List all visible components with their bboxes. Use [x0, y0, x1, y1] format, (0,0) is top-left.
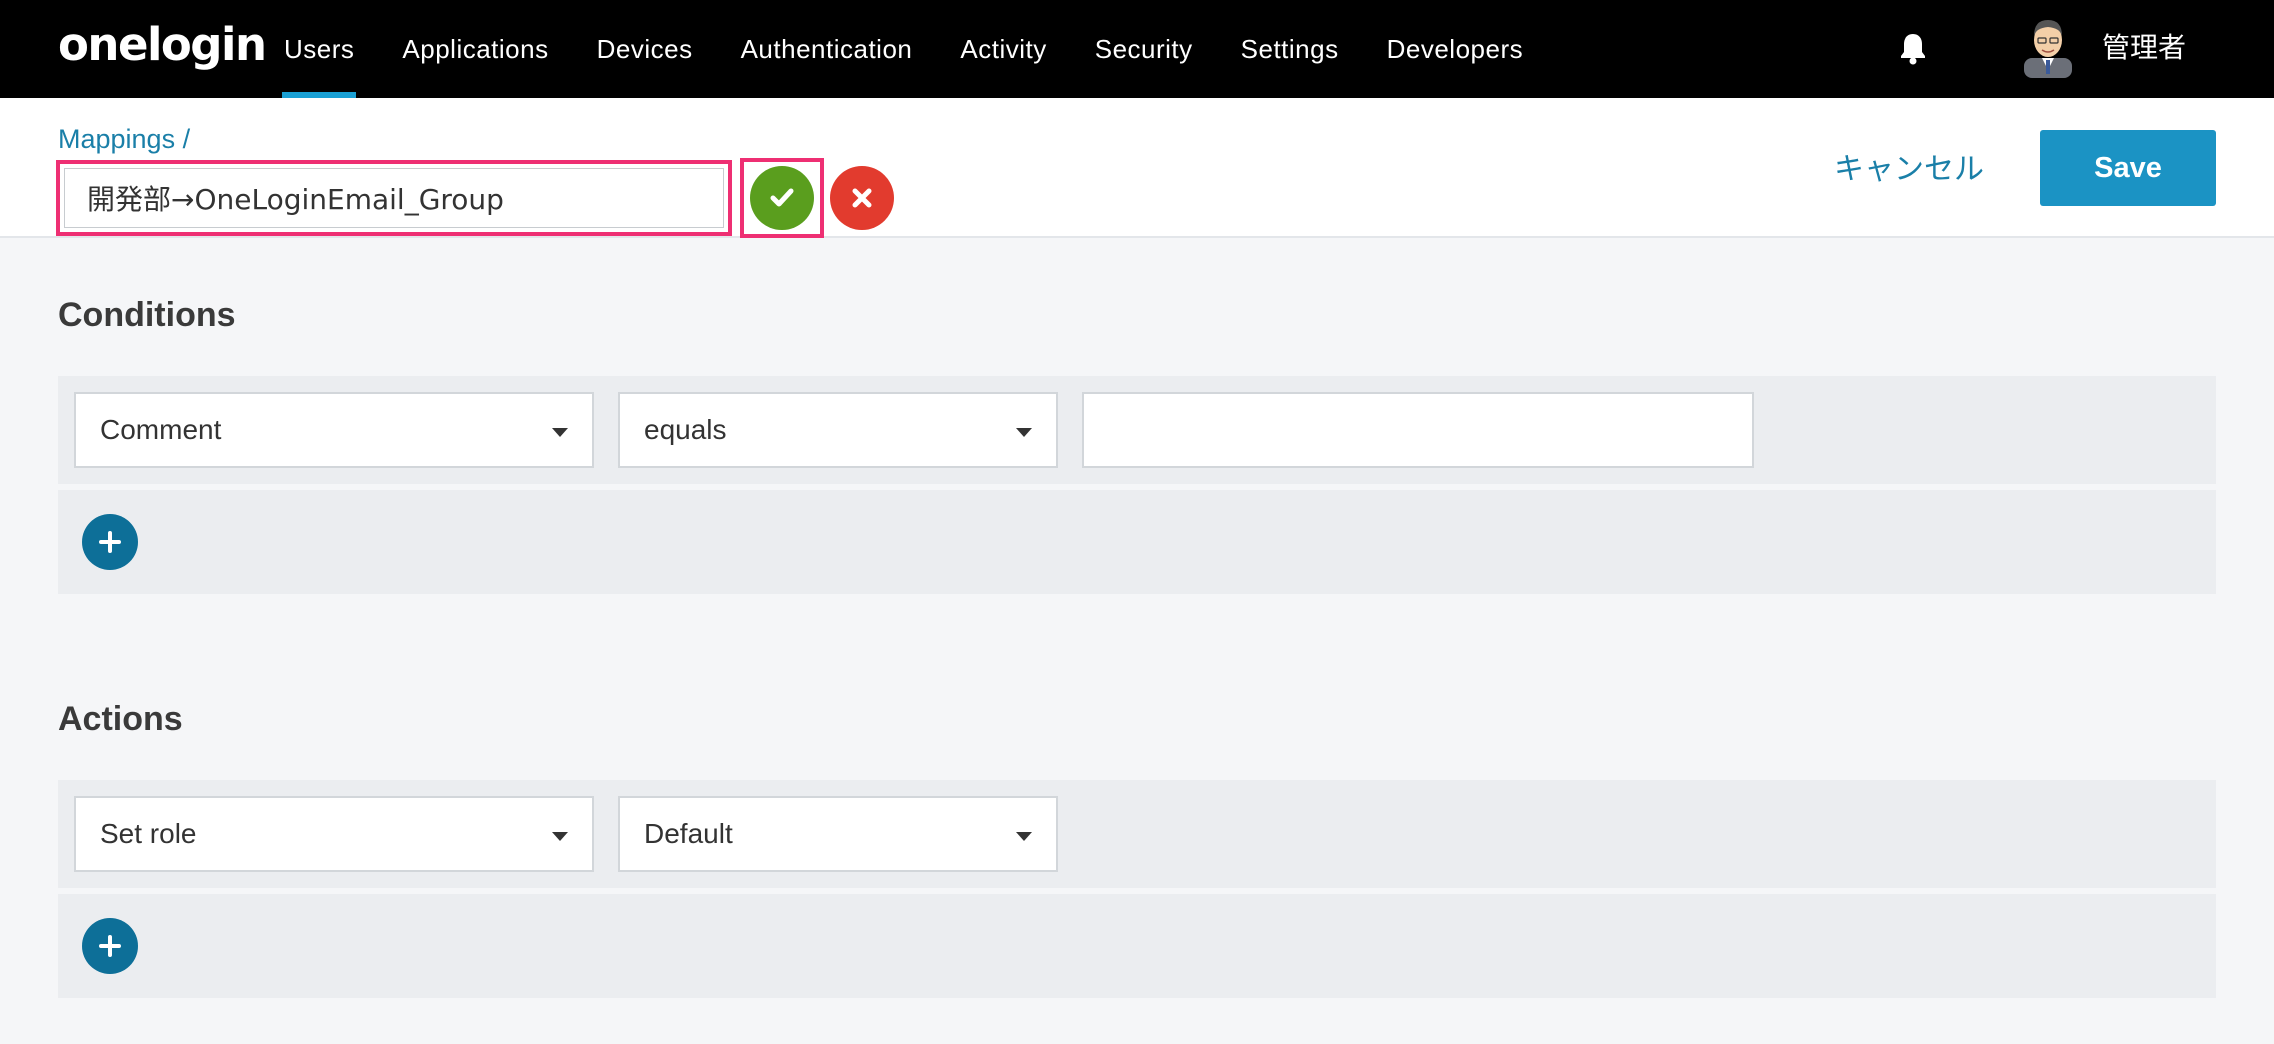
chevron-down-icon: [552, 832, 568, 841]
actions-title: Actions: [58, 700, 183, 738]
nav-security[interactable]: Security: [1071, 0, 1217, 98]
action-type-value: Set role: [100, 818, 197, 849]
action-value-select[interactable]: Default: [618, 796, 1058, 872]
nav-authentication[interactable]: Authentication: [717, 0, 937, 98]
condition-row: Comment equals: [58, 376, 2216, 484]
action-row: Set role Default: [58, 780, 2216, 888]
condition-operator-value: equals: [644, 414, 727, 445]
add-condition-button[interactable]: [82, 514, 138, 570]
close-icon: [852, 188, 872, 208]
nav-links: Users Applications Devices Authenticatio…: [260, 0, 1547, 98]
add-action-panel: [58, 894, 2216, 998]
nav-devices[interactable]: Devices: [573, 0, 717, 98]
nav-activity[interactable]: Activity: [936, 0, 1070, 98]
cancel-link[interactable]: キャンセル: [1834, 144, 1984, 188]
breadcrumb-mappings[interactable]: Mappings /: [58, 124, 190, 155]
onelogin-logo[interactable]: onelogin: [58, 18, 267, 71]
bell-icon[interactable]: [1893, 28, 1933, 68]
condition-field-select[interactable]: Comment: [74, 392, 594, 468]
add-action-button[interactable]: [82, 918, 138, 974]
action-value-value: Default: [644, 818, 733, 849]
discard-name-button[interactable]: [830, 166, 894, 230]
action-type-select[interactable]: Set role: [74, 796, 594, 872]
add-condition-panel: [58, 490, 2216, 594]
chevron-down-icon: [552, 428, 568, 437]
username[interactable]: 管理者: [2102, 26, 2186, 66]
plus-icon: [99, 531, 121, 553]
confirm-name-button[interactable]: [750, 166, 814, 230]
top-navigation: onelogin Users Applications Devices Auth…: [0, 0, 2274, 98]
chevron-down-icon: [1016, 832, 1032, 841]
mapping-name-highlight: [56, 160, 732, 236]
conditions-title: Conditions: [58, 296, 236, 334]
confirm-highlight: [740, 158, 824, 238]
nav-developers[interactable]: Developers: [1363, 0, 1548, 98]
mapping-name-input[interactable]: [64, 168, 724, 228]
nav-applications[interactable]: Applications: [378, 0, 572, 98]
chevron-down-icon: [1016, 428, 1032, 437]
condition-operator-select[interactable]: equals: [618, 392, 1058, 468]
save-button[interactable]: Save: [2040, 130, 2216, 206]
plus-icon: [99, 935, 121, 957]
page-header: Mappings / キャンセル Save: [0, 98, 2274, 238]
nav-users[interactable]: Users: [260, 0, 378, 98]
nav-settings[interactable]: Settings: [1217, 0, 1363, 98]
avatar[interactable]: [2020, 14, 2076, 78]
check-icon: [770, 188, 794, 207]
condition-field-value: Comment: [100, 414, 222, 445]
condition-value-input[interactable]: [1082, 392, 1754, 468]
